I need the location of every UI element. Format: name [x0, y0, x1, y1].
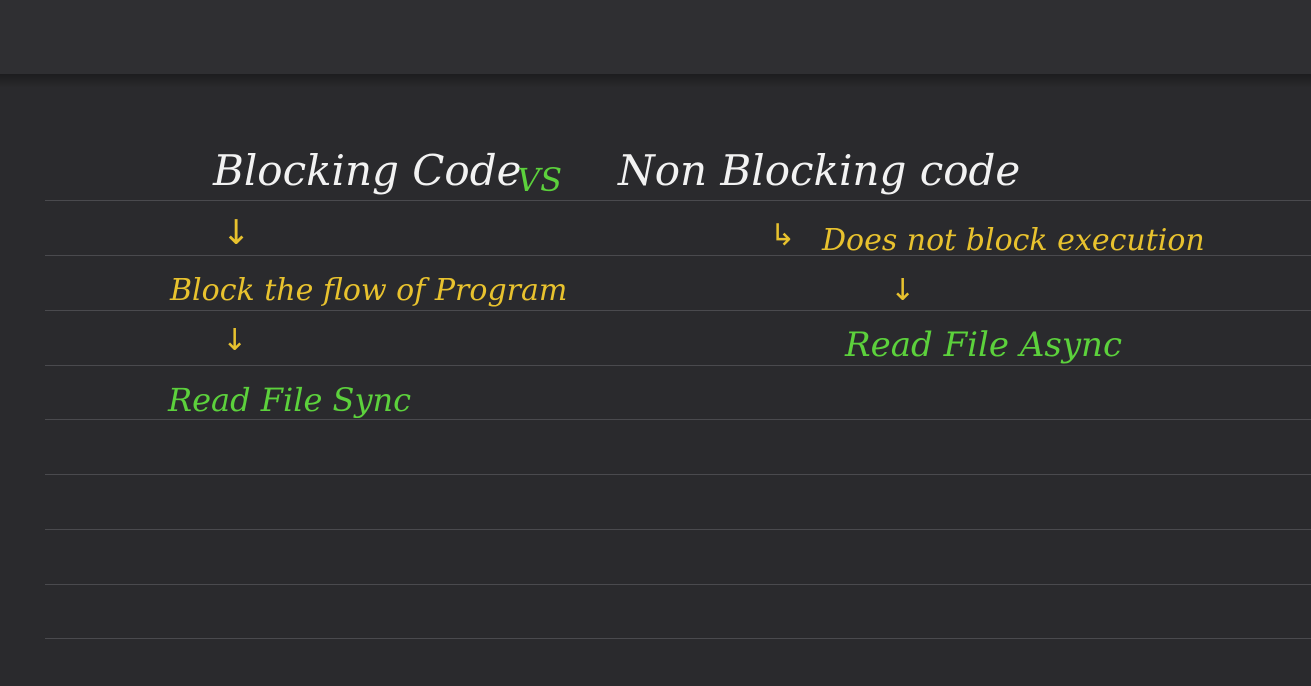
ruled-line: [45, 474, 1311, 475]
ruled-line: [45, 584, 1311, 585]
toolbar-shadow: [0, 74, 1311, 88]
right-example: Read File Async: [845, 325, 1122, 365]
ruled-line: [45, 365, 1311, 366]
title-non-blocking-code: Non Blocking code: [618, 146, 1021, 195]
ruled-line: [45, 638, 1311, 639]
down-arrow-icon: ↓: [222, 213, 251, 253]
ruled-line: [45, 200, 1311, 201]
ruled-line: [45, 419, 1311, 420]
right-description: Does not block execution: [822, 223, 1205, 258]
down-arrow-icon: ↓: [890, 273, 916, 308]
left-description: Block the flow of Program: [170, 273, 568, 308]
top-toolbar: [0, 0, 1311, 74]
hook-arrow-icon: ↳: [770, 218, 796, 253]
ruled-line: [45, 310, 1311, 311]
left-example: Read File Sync: [168, 381, 412, 419]
ruled-line: [45, 529, 1311, 530]
title-blocking-code: Blocking Code: [213, 146, 522, 195]
title-vs: VS: [517, 161, 563, 199]
down-arrow-icon: ↓: [222, 323, 248, 358]
